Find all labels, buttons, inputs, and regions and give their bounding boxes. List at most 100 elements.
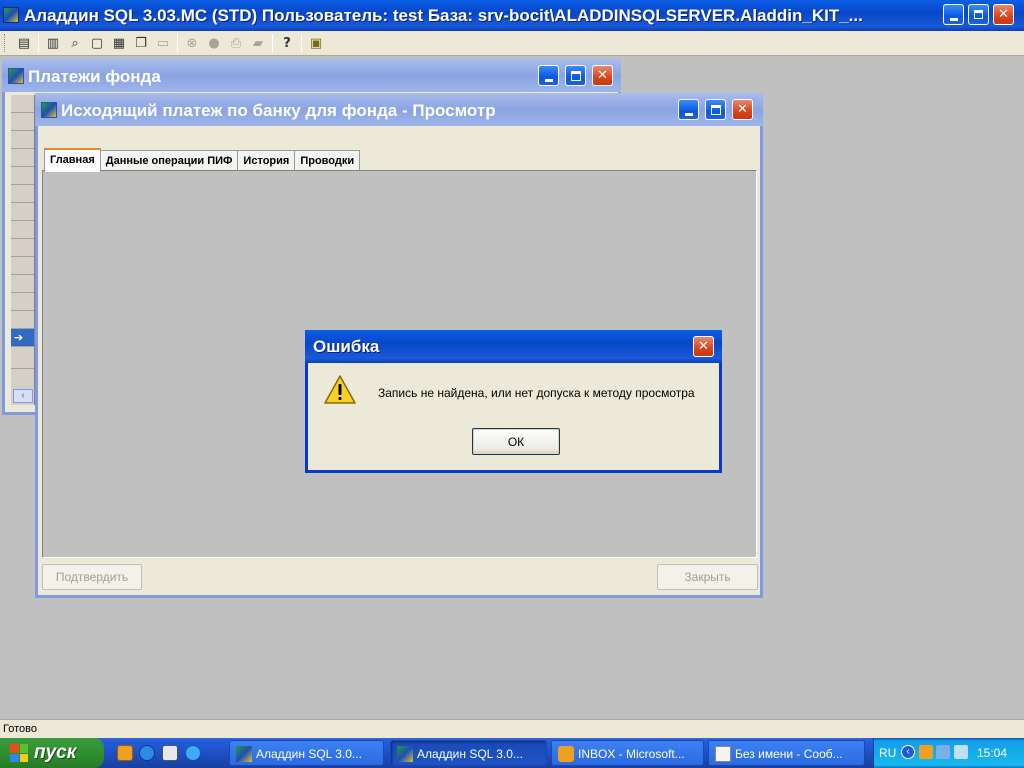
task-label: Аладдин SQL 3.0... <box>417 747 523 761</box>
app-window-icon <box>8 68 24 84</box>
grid-row[interactable] <box>11 113 34 131</box>
binoculars-icon: ⊗ <box>186 35 198 51</box>
dialog-button[interactable]: ▭ <box>152 33 174 53</box>
task-new-message[interactable]: Без имени - Сооб... <box>708 740 865 766</box>
grid-row[interactable] <box>11 221 34 239</box>
payments-grid-row-header[interactable]: ➔ <box>11 95 35 405</box>
ok-button[interactable]: ОК <box>472 428 560 455</box>
taskbar: пуск Аладдин SQL 3.0... Аладдин SQL 3.0.… <box>0 738 1024 768</box>
scroll-left-button[interactable]: ‹ <box>13 389 33 403</box>
payment-view-title-bar[interactable]: Исходящий платеж по банку для фонда - Пр… <box>35 93 763 126</box>
task-label: Без имени - Сооб... <box>735 747 843 761</box>
status-text: Готово <box>3 723 37 735</box>
close-icon: ✕ <box>737 102 748 117</box>
system-tray: RU ‹ 15:04 <box>873 738 1024 768</box>
grid-row[interactable] <box>11 347 34 369</box>
grid-row[interactable] <box>11 95 34 113</box>
payments-minimize-button[interactable] <box>538 65 559 86</box>
grid-row[interactable] <box>11 203 34 221</box>
open-button[interactable]: ▥ <box>42 33 64 53</box>
window-button[interactable]: ▢ <box>86 33 108 53</box>
grid-row[interactable] <box>11 149 34 167</box>
restore-icon <box>974 10 983 19</box>
help-icon: ? <box>283 35 291 51</box>
toolbar-grip[interactable] <box>4 34 7 52</box>
windows-flag-icon <box>10 744 28 762</box>
confirm-button[interactable]: Подтвердить <box>42 564 142 590</box>
app-minimize-button[interactable] <box>943 4 964 25</box>
help-button[interactable]: ? <box>276 33 298 53</box>
app-window-icon <box>41 102 57 118</box>
app-restore-button[interactable] <box>968 4 989 25</box>
payments-close-button[interactable]: ✕ <box>592 65 613 86</box>
payment-minimize-button[interactable] <box>678 99 699 120</box>
window-icon: ▢ <box>90 35 104 51</box>
payment-view-title: Исходящий платеж по банку для фонда - Пр… <box>61 101 496 120</box>
payment-tabs: Главная Данные операции ПИФ История Пров… <box>44 148 361 172</box>
grid-row[interactable] <box>11 293 34 311</box>
aladdin-app-icon <box>236 746 252 762</box>
export-icon: ▰ <box>253 35 263 51</box>
sound-tray-icon[interactable] <box>954 745 968 759</box>
grid-row[interactable] <box>11 167 34 185</box>
payments-window-title-bar[interactable]: Платежи фонда ✕ <box>2 59 621 92</box>
export-button[interactable]: ▰ <box>247 33 269 53</box>
task-label: INBOX - Microsoft... <box>578 747 685 761</box>
grid-row[interactable] <box>11 239 34 257</box>
print-button[interactable]: ⎙ <box>225 33 247 53</box>
error-message: Запись не найдена, или нет допуска к мет… <box>378 386 695 400</box>
app-title-bar[interactable]: Аладдин SQL 3.03.МС (STD) Пользователь: … <box>0 0 1024 31</box>
main-toolbar: ▤ ▥ ⌕ ▢ ▦ ❐ ▭ ⊗ ● ⎙ ▰ ? ▣ <box>0 31 1024 56</box>
aladdin-app-icon <box>397 746 413 762</box>
calculator-button[interactable]: ▣ <box>305 33 327 53</box>
grid-row-current[interactable]: ➔ <box>11 329 34 347</box>
tab-postings[interactable]: Проводки <box>294 150 361 171</box>
task-aladdin-1[interactable]: Аладдин SQL 3.0... <box>229 740 384 766</box>
task-aladdin-2[interactable]: Аладдин SQL 3.0... <box>390 740 547 766</box>
media-player-quicklaunch-icon[interactable] <box>139 745 155 761</box>
tile-button[interactable]: ▦ <box>108 33 130 53</box>
payments-maximize-button[interactable] <box>565 65 586 86</box>
find-button[interactable]: ⌕ <box>64 33 86 53</box>
payment-maximize-button[interactable] <box>705 99 726 120</box>
language-indicator[interactable]: RU <box>879 746 896 760</box>
current-row-arrow-icon: ➔ <box>14 332 24 344</box>
outlook-tray-icon[interactable] <box>919 745 933 759</box>
internet-explorer-quicklaunch-icon[interactable] <box>185 745 201 761</box>
tab-main[interactable]: Главная <box>44 148 101 172</box>
grid-row[interactable] <box>11 185 34 203</box>
grid-row[interactable] <box>11 131 34 149</box>
app-title: Аладдин SQL 3.03.МС (STD) Пользователь: … <box>24 6 863 25</box>
stamp-button[interactable]: ● <box>203 33 225 53</box>
tile-icon: ▦ <box>112 35 126 51</box>
close-button[interactable]: Закрыть <box>657 564 758 590</box>
grid-row[interactable] <box>11 257 34 275</box>
outlook-quicklaunch-icon[interactable] <box>117 745 133 761</box>
toolbar-separator <box>272 34 273 52</box>
print-icon: ⎙ <box>230 35 242 51</box>
tab-history[interactable]: История <box>237 150 296 171</box>
payment-close-button[interactable]: ✕ <box>732 99 753 120</box>
tray-expand-icon[interactable]: ‹ <box>901 745 915 759</box>
start-button[interactable]: пуск <box>0 738 104 768</box>
minimize-icon <box>544 78 553 82</box>
minimize-icon <box>684 112 693 116</box>
grid-row[interactable] <box>11 311 34 329</box>
task-outlook-inbox[interactable]: INBOX - Microsoft... <box>551 740 704 766</box>
error-dialog-title-bar[interactable]: Ошибка ✕ <box>305 330 722 363</box>
network-tray-icon[interactable] <box>936 745 950 759</box>
list-button[interactable]: ▤ <box>13 33 35 53</box>
binoculars-button[interactable]: ⊗ <box>181 33 203 53</box>
error-dialog: Ошибка ✕ Запись не найдена, или нет допу… <box>305 330 722 473</box>
calculator-icon: ▣ <box>309 35 323 51</box>
outlook-icon <box>558 746 574 762</box>
cascade-button[interactable]: ❐ <box>130 33 152 53</box>
grid-row[interactable] <box>11 275 34 293</box>
app-close-button[interactable]: ✕ <box>993 4 1014 25</box>
desktop-quicklaunch-icon[interactable] <box>162 745 178 761</box>
dialog-icon: ▭ <box>156 35 170 51</box>
app-logo-icon <box>3 7 19 23</box>
minimize-icon <box>949 17 958 21</box>
error-dialog-close-button[interactable]: ✕ <box>693 336 714 357</box>
tab-pif-operation-data[interactable]: Данные операции ПИФ <box>99 150 239 171</box>
